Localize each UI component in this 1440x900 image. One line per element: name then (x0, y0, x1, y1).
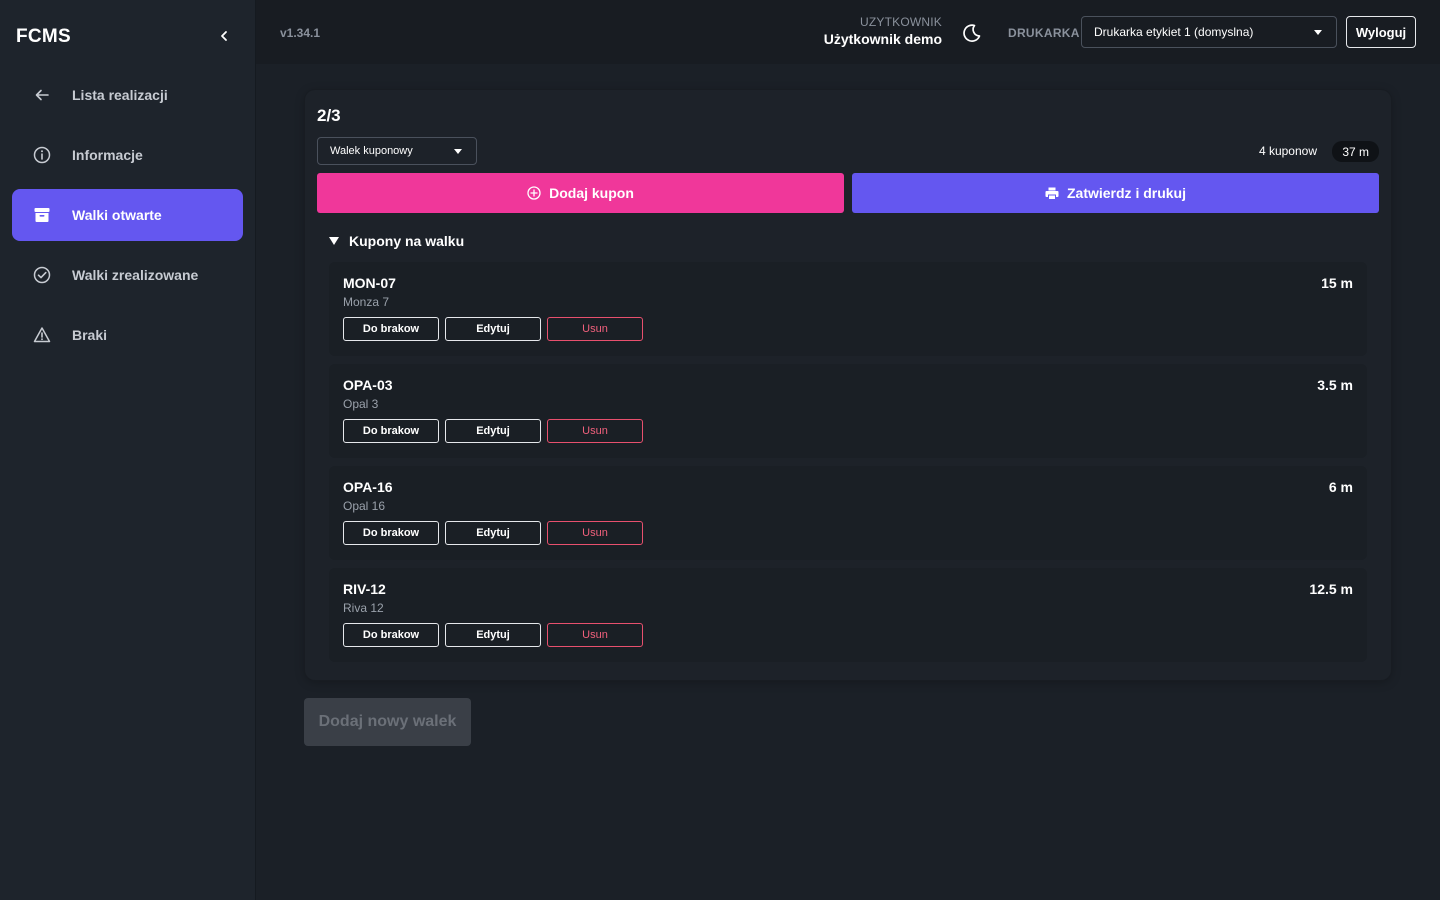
total-length-badge: 37 m (1332, 141, 1379, 162)
sidebar-item-label: Walki otwarte (72, 207, 162, 223)
collapse-sidebar-button[interactable] (212, 24, 236, 48)
info-circle-icon (32, 145, 52, 165)
edit-button[interactable]: Edytuj (445, 419, 541, 443)
edit-button[interactable]: Edytuj (445, 623, 541, 647)
confirm-print-label: Zatwierdz i drukuj (1066, 185, 1186, 201)
remove-button[interactable]: Usun (547, 521, 643, 545)
remove-button[interactable]: Usun (547, 317, 643, 341)
add-coupon-label: Dodaj kupon (549, 185, 634, 201)
topbar: v1.34.1 UZYTKOWNIK Użytkownik demo DRUKA… (256, 0, 1440, 64)
roll-card: 2/3 Walek kuponowy 4 kuponow 37 m Dodaj … (305, 90, 1391, 680)
coupon-actions: Do brakow Edytuj Usun (343, 623, 643, 647)
step-indicator: 2/3 (317, 106, 341, 125)
scrap-button[interactable]: Do brakow (343, 521, 439, 545)
coupon-name: Monza 7 (343, 295, 390, 309)
coupon-actions: Do brakow Edytuj Usun (343, 419, 643, 443)
coupon-length: 15 m (1321, 275, 1353, 291)
coupon-list: MON-07 Monza 7 15 m Do brakow Edytuj Usu… (329, 262, 1367, 670)
user-caption: UZYTKOWNIK (860, 15, 942, 29)
coupons-section-title: Kupony na walku (349, 233, 465, 249)
brand-logo: FCMS (16, 26, 72, 47)
scrap-button[interactable]: Do brakow (343, 317, 439, 341)
coupon-item: OPA-03 Opal 3 3.5 m Do brakow Edytuj Usu… (329, 364, 1367, 458)
sidebar-item-label: Braki (72, 327, 108, 343)
sidebar-item-informacje[interactable]: Informacje (12, 129, 243, 181)
remove-button[interactable]: Usun (547, 419, 643, 443)
scrap-button[interactable]: Do brakow (343, 623, 439, 647)
archive-box-icon (32, 205, 52, 225)
plus-circle-icon (527, 186, 541, 200)
printer-icon (1045, 187, 1059, 200)
coupon-length: 6 m (1328, 479, 1353, 495)
sidebar-nav: Lista realizacji Informacje Walki otwart… (12, 69, 243, 369)
coupon-actions: Do brakow Edytuj Usun (343, 521, 643, 545)
coupon-length: 3.5 m (1317, 377, 1353, 393)
coupon-name: Riva 12 (343, 601, 384, 615)
sidebar-item-walki-otwarte[interactable]: Walki otwarte (12, 189, 243, 241)
coupon-code: OPA-03 (343, 377, 393, 393)
edit-button[interactable]: Edytuj (445, 317, 541, 341)
warning-triangle-icon (32, 325, 52, 345)
coupon-code: RIV-12 (343, 581, 386, 597)
roll-type-select[interactable]: Walek kuponowy (317, 137, 477, 165)
logout-button[interactable]: Wyloguj (1346, 16, 1416, 48)
arrow-left-icon (32, 85, 52, 105)
coupon-code: OPA-16 (343, 479, 393, 495)
sidebar-item-braki[interactable]: Braki (12, 309, 243, 361)
coupon-item: OPA-16 Opal 16 6 m Do brakow Edytuj Usun (329, 466, 1367, 560)
coupon-item: RIV-12 Riva 12 12.5 m Do brakow Edytuj U… (329, 568, 1367, 662)
theme-toggle-button[interactable] (961, 22, 983, 44)
sidebar-item-walki-zrealizowane[interactable]: Walki zrealizowane (12, 249, 243, 301)
coupons-section-toggle[interactable]: Kupony na walku (329, 233, 464, 249)
scrap-button[interactable]: Do brakow (343, 419, 439, 443)
add-coupon-button[interactable]: Dodaj kupon (317, 173, 844, 213)
sidebar-item-label: Walki zrealizowane (72, 267, 199, 283)
sidebar-item-label: Informacje (72, 147, 143, 163)
roll-type-value: Walek kuponowy (330, 145, 413, 157)
printer-caption: DRUKARKA (1008, 26, 1080, 40)
check-circle-icon (32, 265, 52, 285)
coupon-name: Opal 16 (343, 499, 386, 513)
sidebar: FCMS Lista realizacji Informacje Walki o… (0, 0, 256, 900)
coupon-item: MON-07 Monza 7 15 m Do brakow Edytuj Usu… (329, 262, 1367, 356)
printer-select-value: Drukarka etykiet 1 (domyslna) (1094, 25, 1254, 39)
coupon-actions: Do brakow Edytuj Usun (343, 317, 643, 341)
user-name: Użytkownik demo (823, 31, 942, 47)
coupon-count: 4 kuponow (1258, 144, 1317, 158)
triangle-down-icon (329, 237, 339, 245)
edit-button[interactable]: Edytuj (445, 521, 541, 545)
chevron-left-icon (221, 31, 227, 41)
coupon-name: Opal 3 (343, 397, 379, 411)
sidebar-item-lista-realizacji[interactable]: Lista realizacji (12, 69, 243, 121)
app-version: v1.34.1 (280, 26, 321, 40)
remove-button[interactable]: Usun (547, 623, 643, 647)
caret-down-icon (1314, 30, 1322, 35)
confirm-print-button[interactable]: Zatwierdz i drukuj (852, 173, 1379, 213)
caret-down-icon (454, 149, 462, 154)
sidebar-item-label: Lista realizacji (72, 87, 168, 103)
add-new-roll-button[interactable]: Dodaj nowy walek (304, 698, 471, 746)
coupon-code: MON-07 (343, 275, 396, 291)
user-info: UZYTKOWNIK Użytkownik demo (824, 15, 942, 47)
moon-icon (963, 24, 981, 42)
coupon-length: 12.5 m (1309, 581, 1353, 597)
printer-select[interactable]: Drukarka etykiet 1 (domyslna) (1081, 16, 1337, 48)
